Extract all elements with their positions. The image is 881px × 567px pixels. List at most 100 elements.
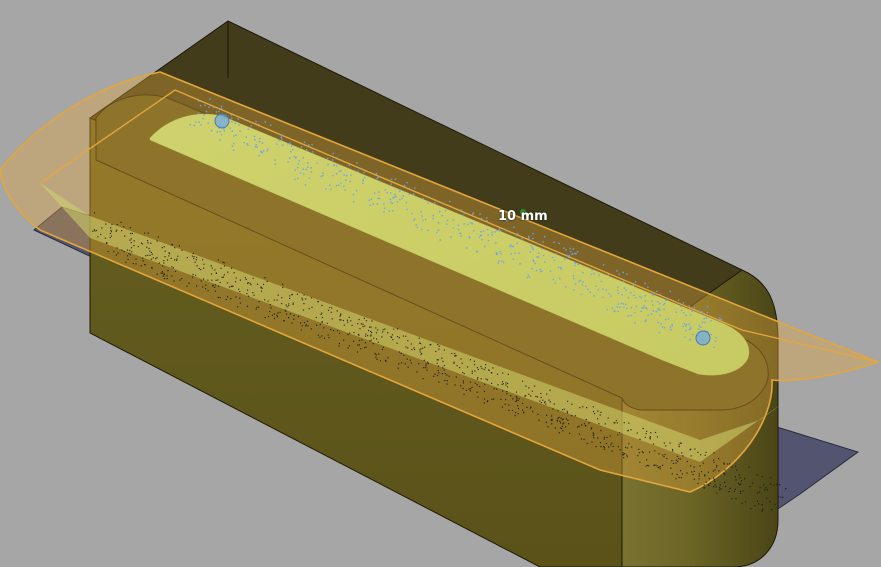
point-blue: [320, 175, 322, 177]
point-blue: [384, 189, 386, 191]
point-blue: [693, 307, 695, 309]
point-blue: [581, 284, 584, 286]
point-blue: [311, 144, 313, 146]
point-dark: [205, 288, 207, 290]
point-dark: [425, 365, 427, 367]
point-blue: [644, 300, 647, 302]
point-blue: [260, 150, 262, 152]
point-dark: [418, 363, 420, 365]
point-blue: [602, 288, 604, 290]
point-blue: [377, 176, 379, 178]
3d-viewport[interactable]: 10 mm: [0, 0, 881, 567]
3d-scene[interactable]: [0, 0, 881, 567]
point-dark: [604, 423, 606, 425]
point-dark: [645, 465, 647, 467]
point-blue: [199, 104, 202, 107]
point-dark: [477, 368, 479, 371]
point-dark: [689, 449, 691, 451]
point-dark: [501, 381, 504, 383]
point-dark: [319, 323, 321, 325]
point-blue: [640, 296, 643, 299]
point-dark: [317, 301, 319, 303]
point-dark: [551, 419, 553, 422]
point-dark: [303, 322, 306, 324]
point-dark: [593, 433, 595, 435]
point-blue: [358, 167, 361, 170]
point-blue: [379, 180, 381, 183]
point-blue: [331, 159, 334, 161]
point-dark: [162, 265, 164, 267]
point-dark: [766, 489, 768, 491]
point-blue: [231, 117, 233, 119]
point-dark: [469, 390, 472, 392]
point-dark: [342, 319, 344, 322]
point-blue: [487, 239, 490, 242]
point-dark: [148, 247, 150, 249]
point-dark: [285, 310, 287, 312]
point-dark: [484, 367, 486, 369]
point-blue: [390, 192, 392, 194]
point-dark: [676, 455, 679, 457]
point-dark: [585, 418, 587, 421]
point-blue: [328, 184, 331, 186]
point-dark: [679, 458, 681, 460]
point-blue: [460, 209, 463, 211]
point-dark: [131, 251, 133, 253]
point-blue: [710, 333, 712, 336]
point-dark: [678, 444, 680, 446]
point-blue: [529, 251, 532, 253]
point-dark: [756, 474, 758, 476]
point-blue: [619, 306, 621, 309]
point-dark: [315, 316, 317, 319]
hole-feature-right[interactable]: [695, 330, 711, 346]
point-dark: [769, 501, 771, 503]
point-dark: [563, 408, 565, 410]
point-dark: [455, 376, 457, 378]
point-blue: [535, 269, 538, 272]
point-dark: [453, 362, 455, 364]
point-blue: [559, 277, 561, 280]
point-blue: [570, 250, 572, 253]
point-dark: [724, 485, 727, 488]
point-dark: [323, 327, 325, 329]
point-blue: [376, 177, 378, 180]
point-dark: [427, 362, 429, 365]
point-blue: [368, 199, 371, 201]
point-dark: [413, 347, 415, 349]
point-dark: [336, 310, 338, 312]
point-dark: [164, 278, 166, 280]
point-dark: [597, 410, 599, 412]
point-blue: [349, 180, 351, 183]
point-dark: [285, 313, 288, 315]
dimension-label[interactable]: 10 mm: [498, 209, 548, 225]
point-dark: [129, 249, 131, 252]
point-blue: [233, 135, 235, 137]
point-dark: [441, 357, 443, 359]
point-dark: [616, 422, 618, 424]
point-dark: [211, 279, 213, 281]
hole-feature-left[interactable]: [214, 113, 230, 129]
point-dark: [393, 328, 395, 330]
point-dark: [293, 315, 295, 317]
point-dark: [759, 487, 761, 489]
point-dark: [735, 479, 737, 481]
point-blue: [706, 311, 708, 314]
point-blue: [357, 170, 359, 173]
point-blue: [297, 177, 299, 179]
point-dark: [364, 342, 366, 344]
point-blue: [437, 222, 440, 224]
point-dark: [606, 436, 608, 439]
point-dark: [121, 230, 123, 232]
point-dark: [444, 373, 446, 375]
point-dark: [284, 309, 286, 311]
point-dark: [671, 460, 673, 462]
point-blue: [685, 330, 687, 332]
point-blue: [678, 299, 680, 301]
point-blue: [256, 146, 258, 148]
point-dark: [700, 471, 702, 473]
point-blue: [719, 317, 721, 319]
point-blue: [590, 273, 592, 276]
point-dark: [605, 442, 608, 445]
point-dark: [451, 352, 453, 355]
point-dark: [700, 454, 702, 456]
